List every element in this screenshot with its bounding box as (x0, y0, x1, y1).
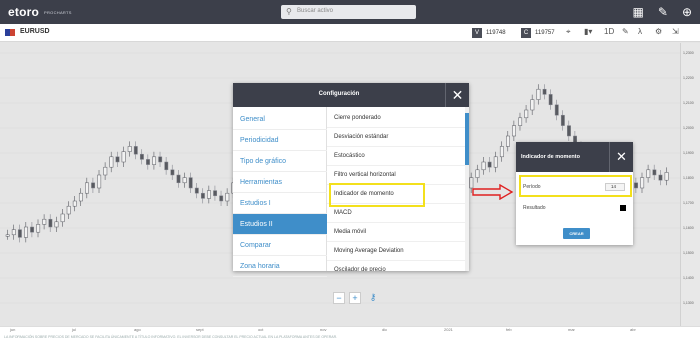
x-tick-label: sept (196, 327, 204, 332)
x-tick-label: jun (10, 327, 16, 332)
fullscreen-icon[interactable]: ⇲ (672, 27, 679, 36)
procharts-label: PROCHARTS (44, 10, 72, 15)
red-arrow (472, 184, 514, 200)
crosshair-tool-icon[interactable]: ⌖ (566, 27, 571, 37)
gear-icon[interactable]: ⚙ (655, 27, 662, 36)
symbol-label[interactable]: EURUSD (20, 28, 50, 35)
study-item[interactable]: Desviación estándar (327, 128, 465, 147)
settings-menu: General Periodicidad Tipo de gráfico Herram… (233, 107, 327, 277)
studies-scrollbar[interactable] (465, 107, 469, 271)
study-item[interactable]: Estocástico (327, 147, 465, 166)
header-icons: ▦ ✎ ⊕ (633, 5, 692, 19)
disclaimer-text: LA INFORMACIÓN SOBRE PRECIOS DE MERCADO … (4, 335, 338, 339)
close-icon[interactable]: ✕ (609, 142, 633, 172)
x-tick-label: jul (72, 327, 77, 332)
etoro-logo[interactable]: etoro (8, 5, 39, 19)
layout-icon[interactable]: ▦ (633, 5, 644, 19)
menu-item[interactable]: Estudios II (233, 214, 327, 235)
result-color-swatch[interactable] (620, 205, 626, 211)
search-box[interactable]: ⚲ Buscar activo (281, 5, 416, 19)
study-item[interactable]: Moving Average Deviation (327, 242, 465, 261)
study-item[interactable]: Cierre ponderado (327, 109, 465, 128)
highlight-period-field (519, 175, 632, 197)
eurusd-flag-icon (5, 29, 15, 36)
interval-select[interactable]: 1D (604, 27, 614, 36)
momentum-title: Indicador de momento (521, 154, 580, 160)
draw-icon[interactable]: ✎ (622, 27, 629, 36)
x-tick-label: oct (258, 327, 264, 332)
search-icon: ⚲ (286, 7, 292, 16)
dialog-header: Configuración ✕ (233, 83, 469, 107)
menu-item[interactable]: Comparar (233, 235, 327, 256)
configuration-dialog: Configuración ✕ General Periodicidad Tipo … (233, 83, 469, 277)
create-button[interactable]: CREAR (563, 228, 590, 239)
buy-price-value: 119757 (535, 30, 555, 36)
sell-price-value: 119748 (486, 30, 506, 36)
zoom-out-button[interactable]: − (333, 292, 345, 304)
x-tick-label: abr (630, 327, 636, 332)
chart-footer: LA INFORMACIÓN SOBRE PRECIOS DE MERCADO … (0, 326, 700, 341)
menu-item[interactable]: Periodicidad (233, 130, 327, 151)
scrollbar-thumb[interactable] (465, 113, 469, 165)
x-tick-label: nov (320, 327, 327, 332)
result-label: Resultado (523, 205, 546, 211)
highlight-momentum-item (329, 183, 425, 207)
menu-item[interactable]: Herramientas (233, 172, 327, 193)
pencil-icon[interactable]: ✎ (658, 5, 668, 19)
sell-tag: V (472, 28, 482, 38)
buy-tag: C (521, 28, 531, 38)
crosshair-icon[interactable]: ⊕ (682, 5, 692, 19)
x-tick-label: feb (506, 327, 512, 332)
close-icon[interactable]: ✕ (445, 83, 469, 107)
studies-icon[interactable]: λ (638, 27, 642, 36)
zoom-in-button[interactable]: + (349, 292, 361, 304)
menu-item[interactable]: Estudios I (233, 193, 327, 214)
buy-price[interactable]: C 119757 (521, 27, 555, 39)
study-item[interactable]: Media móvil (327, 223, 465, 242)
menu-item[interactable]: Tipo de gráfico (233, 151, 327, 172)
search-placeholder: Buscar activo (297, 8, 334, 14)
x-tick-label: ago (134, 327, 141, 332)
momentum-header: Indicador de momento ✕ (516, 142, 633, 172)
menu-item[interactable]: Zona horaria (233, 256, 327, 277)
sell-price[interactable]: V 119748 (472, 27, 506, 39)
top-bar: etoro PROCHARTS ⚲ Buscar activo ▦ ✎ ⊕ (0, 0, 700, 24)
x-tick-label: mar (568, 327, 575, 332)
chart-toolbar: EURUSD V 119748 C 119757 ⌖ ▮▾ 1D ✎ λ ⚙ ⇲ (0, 24, 700, 42)
menu-item[interactable]: General (233, 109, 327, 130)
candle-type-icon[interactable]: ▮▾ (584, 27, 592, 36)
study-item[interactable]: Oscilador de precio (327, 261, 465, 271)
x-tick-label: 2021 (444, 327, 453, 332)
x-tick-label: dic (382, 327, 388, 332)
share-icon[interactable]: ⚷ (367, 292, 379, 304)
dialog-title: Configuración (318, 91, 360, 97)
